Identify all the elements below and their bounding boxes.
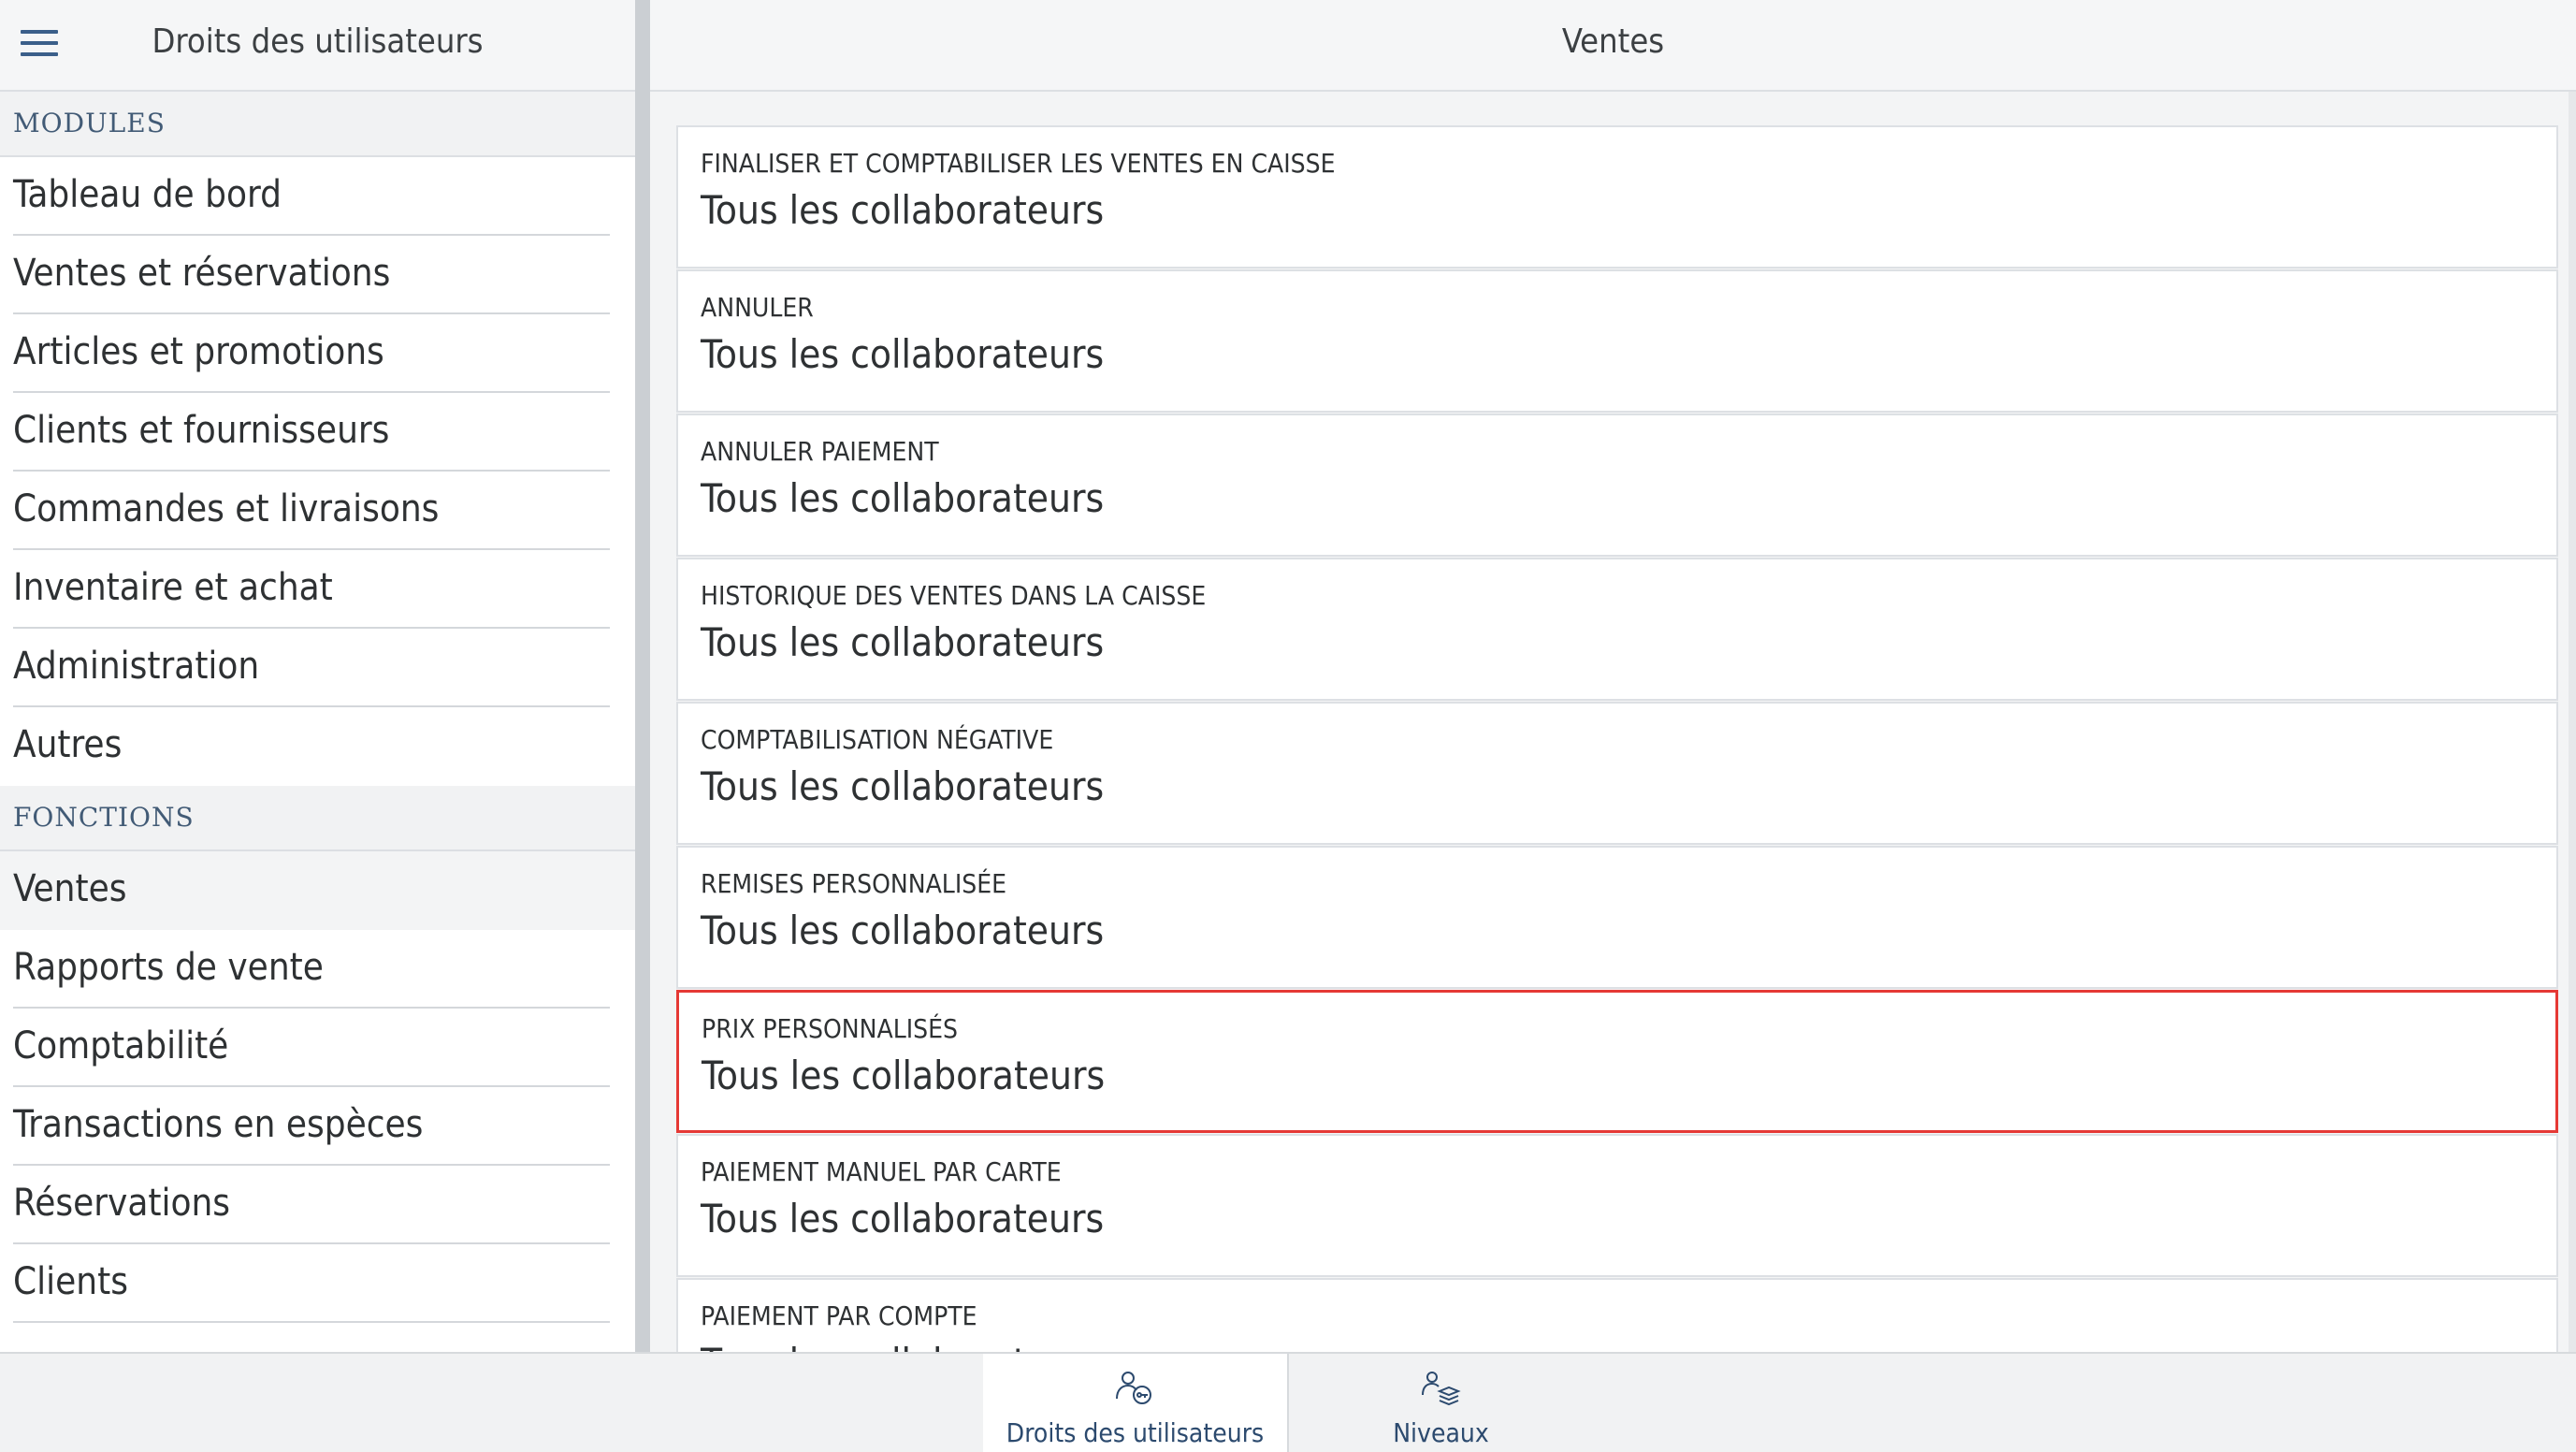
permissions-list: FINALISER ET COMPTABILISER LES VENTES EN… (650, 92, 2576, 1352)
tab-droits-des-utilisateurs[interactable]: Droits des utilisateurs (983, 1354, 1287, 1452)
tab-label: Niveaux (1393, 1417, 1489, 1448)
sidebar-item-label: Réservations (13, 1182, 231, 1225)
sidebar-item-autres[interactable]: Autres (0, 707, 635, 786)
sidebar-item-label: Clients (13, 1260, 128, 1303)
right-header: Ventes (650, 0, 2576, 92)
sidebar-item-articles-et-promotions[interactable]: Articles et promotions (0, 314, 635, 393)
permission-row-prix-personnalises[interactable]: PRIX PERSONNALISÉS Tous les collaborateu… (676, 990, 2558, 1133)
permission-label: PAIEMENT MANUEL PAR CARTE (701, 1156, 1062, 1187)
sidebar-item-label: Comptabilité (13, 1024, 229, 1067)
sidebar-item-tableau-de-bord[interactable]: Tableau de bord (0, 157, 635, 236)
permission-row-remises[interactable]: REMISES PERSONNALISÉE Tous les collabora… (676, 846, 2558, 989)
sidebar-item-rapports-de-vente[interactable]: Rapports de vente (0, 930, 635, 1009)
modules-section-label: MODULES (13, 108, 166, 138)
sidebar-item-ventes-et-reservations[interactable]: Ventes et réservations (0, 236, 635, 314)
sidebar-item-administration[interactable]: Administration (0, 629, 635, 707)
tab-niveaux[interactable]: Niveaux (1287, 1354, 1593, 1452)
sidebar-item-label: Administration (13, 645, 260, 688)
permission-value: Tous les collaborateurs (701, 475, 1105, 521)
modules-section-header: MODULES (0, 92, 635, 157)
permission-value: Tous les collaborateurs (701, 1196, 1105, 1241)
permission-label: PAIEMENT PAR COMPTE (701, 1300, 977, 1331)
permission-value: Tous les collaborateurs (702, 1053, 1106, 1098)
sidebar-item-label: Tableau de bord (13, 173, 282, 216)
sidebar-item-clients[interactable]: Clients (0, 1244, 635, 1323)
fonctions-section-header: FONCTIONS (0, 786, 635, 851)
sidebar-item-ventes[interactable]: Ventes (0, 851, 635, 930)
left-panel: Droits des utilisateurs MODULES Tableau … (0, 0, 635, 1352)
users-layers-icon (1421, 1372, 1461, 1406)
permission-value: Tous les collaborateurs (701, 1340, 1104, 1352)
permission-value: Tous les collaborateurs (701, 331, 1105, 377)
sidebar-item-commandes-et-livraisons[interactable]: Commandes et livraisons (0, 472, 635, 550)
permission-label: REMISES PERSONNALISÉE (701, 868, 1007, 899)
permission-row-annuler[interactable]: ANNULER Tous les collaborateurs (676, 269, 2558, 413)
page-title: Ventes (1561, 22, 1665, 61)
sidebar-item-label: Inventaire et achat (13, 566, 333, 609)
sidebar-item-label: Articles et promotions (13, 330, 384, 373)
fonctions-section-label: FONCTIONS (13, 802, 195, 833)
permission-label: ANNULER PAIEMENT (701, 436, 939, 467)
permission-label: FINALISER ET COMPTABILISER LES VENTES EN… (701, 148, 1336, 179)
sidebar-item-label: Autres (13, 723, 123, 766)
permission-value: Tous les collaborateurs (701, 187, 1105, 233)
sidebar-item-label: Ventes et réservations (13, 252, 391, 295)
scrollbar[interactable] (2569, 92, 2576, 1352)
permission-value: Tous les collaborateurs (701, 619, 1105, 665)
sidebar-item-label: Rapports de vente (13, 946, 324, 989)
permission-row-annuler-paiement[interactable]: ANNULER PAIEMENT Tous les collaborateurs (676, 414, 2558, 557)
sidebar-item-label: Transactions en espèces (13, 1103, 424, 1146)
sidebar-item-inventaire-et-achat[interactable]: Inventaire et achat (0, 550, 635, 629)
sidebar-item-clients-et-fournisseurs[interactable]: Clients et fournisseurs (0, 393, 635, 472)
sidebar-item-label: Clients et fournisseurs (13, 409, 390, 452)
permission-value: Tous les collaborateurs (701, 908, 1105, 953)
permission-row-paiement-par-compte[interactable]: PAIEMENT PAR COMPTE Tous les collaborate… (676, 1278, 2558, 1352)
left-panel-title: Droits des utilisateurs (152, 22, 484, 61)
sidebar-item-label: Commandes et livraisons (13, 487, 440, 530)
bottom-tab-bar: Droits des utilisateurs Niveaux (0, 1352, 2576, 1452)
users-key-icon (1115, 1372, 1151, 1404)
permission-label: COMPTABILISATION NÉGATIVE (701, 724, 1054, 755)
sidebar-item-transactions-en-especes[interactable]: Transactions en espèces (0, 1087, 635, 1166)
permission-row-finaliser[interactable]: FINALISER ET COMPTABILISER LES VENTES EN… (676, 125, 2558, 269)
permission-label: HISTORIQUE DES VENTES DANS LA CAISSE (701, 580, 1207, 611)
left-header: Droits des utilisateurs (0, 0, 635, 92)
sidebar-item-comptabilite[interactable]: Comptabilité (0, 1009, 635, 1087)
permission-row-paiement-manuel[interactable]: PAIEMENT MANUEL PAR CARTE Tous les colla… (676, 1134, 2558, 1277)
permission-row-historique[interactable]: HISTORIQUE DES VENTES DANS LA CAISSE Tou… (676, 558, 2558, 701)
permission-row-comptabilisation-negative[interactable]: COMPTABILISATION NÉGATIVE Tous les colla… (676, 702, 2558, 845)
panel-splitter[interactable] (635, 0, 650, 1352)
permission-label: ANNULER (701, 292, 814, 323)
permission-label: PRIX PERSONNALISÉS (702, 1013, 959, 1044)
tab-label: Droits des utilisateurs (1006, 1417, 1265, 1448)
sidebar-item-reservations[interactable]: Réservations (0, 1166, 635, 1244)
sidebar-item-label: Ventes (13, 867, 127, 910)
permission-value: Tous les collaborateurs (701, 763, 1105, 809)
